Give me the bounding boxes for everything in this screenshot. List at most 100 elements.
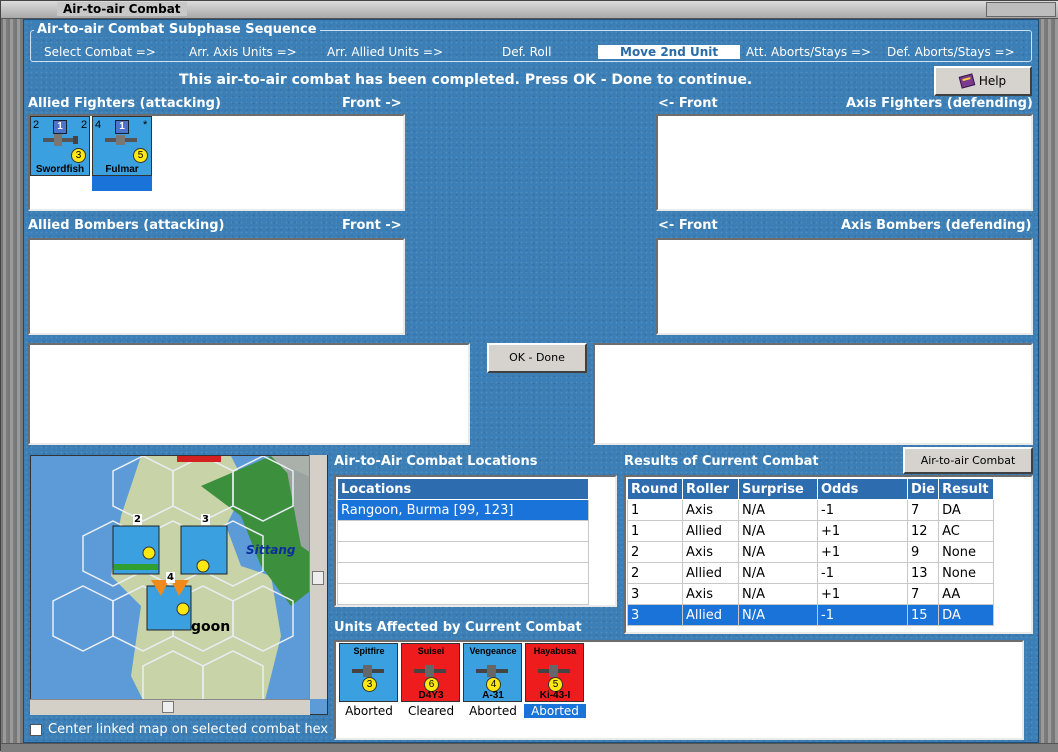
combat-chart-button[interactable]: Air-to-air Combat Chart: [903, 447, 1033, 490]
location-row-empty[interactable]: [337, 562, 589, 584]
results-row[interactable]: 3 Axis N/A +1 7 AA: [627, 583, 995, 605]
results-cell: DA: [938, 604, 995, 626]
counter-def: 3: [71, 148, 86, 163]
counter-range: 2: [81, 119, 88, 131]
results-cell: +1: [817, 520, 908, 542]
counter-fulmar[interactable]: 4 1 * 5 Fulmar: [92, 116, 152, 176]
results-cell: 9: [906, 541, 940, 563]
counter-att: 2: [33, 119, 40, 131]
axis-bombers-box[interactable]: [656, 238, 1033, 335]
axis-bombers-label: Axis Bombers (defending): [841, 218, 1032, 233]
results-cell: N/A: [738, 520, 818, 542]
results-cell: 1: [627, 499, 683, 521]
counter-def: 5: [133, 148, 148, 163]
linked-map[interactable]: Sittang goon 2 3 4: [30, 455, 328, 715]
location-cell-empty: [337, 520, 589, 542]
title-bar[interactable]: Air-to-air Combat: [1, 1, 1058, 19]
map-stack-count: 3: [201, 514, 210, 525]
results-cell: 15: [906, 604, 940, 626]
map-vertical-scrollbar[interactable]: [309, 455, 327, 699]
affected-unit[interactable]: Hayabusa 5 Ki-43-I Aborted: [524, 643, 586, 738]
location-cell: Rangoon, Burma [99, 123]: [337, 499, 589, 521]
allied-bombers-front-label: Front ->: [342, 218, 402, 233]
fulmar-selection-bar: [92, 176, 152, 191]
results-cell: -1: [817, 499, 908, 521]
vscroll-thumb[interactable]: [312, 571, 324, 585]
results-cell: 1: [627, 520, 683, 542]
axis-fighters-box[interactable]: [656, 114, 1033, 211]
allied-bombers-box[interactable]: [28, 238, 405, 335]
location-row-empty[interactable]: [337, 541, 589, 563]
results-cell: +1: [817, 541, 908, 563]
unit-status: Aborted: [524, 704, 586, 718]
step-select-combat: Select Combat =>: [44, 45, 156, 59]
location-row[interactable]: Rangoon, Burma [99, 123]: [337, 499, 589, 521]
plane-icon: [352, 665, 384, 677]
axis-fighters-front-label: <- Front: [658, 96, 718, 111]
counter-swordfish[interactable]: 2 1 2 3 Swordfish: [30, 116, 90, 176]
results-col-odds: Odds: [817, 478, 908, 500]
locations-title: Air-to-Air Combat Locations: [334, 454, 538, 469]
results-row[interactable]: 2 Allied N/A -1 13 None: [627, 562, 995, 584]
hscroll-thumb[interactable]: [162, 701, 174, 713]
map-counter-spitfire: [180, 525, 228, 575]
ok-done-button[interactable]: OK - Done: [487, 343, 587, 373]
subphase-sequence-legend: Air-to-air Combat Subphase Sequence: [34, 22, 320, 37]
unit-value: 3: [362, 677, 377, 692]
allied-fighters-box[interactable]: 2 1 2 3 Swordfish 4 1 * 5 Fulmar: [28, 114, 405, 211]
location-cell-empty: [337, 562, 589, 584]
window-controls[interactable]: [986, 2, 1056, 17]
unit-designation: Ki-43-I: [539, 690, 571, 701]
allied-fighters-label: Allied Fighters (attacking): [28, 96, 221, 111]
locations-header: Locations: [337, 478, 589, 500]
results-cell: AC: [938, 520, 995, 542]
affected-unit[interactable]: Vengeance 4 A-31 Aborted: [462, 643, 524, 738]
results-col-roller: Roller: [682, 478, 739, 500]
results-cell: -1: [817, 604, 908, 626]
unit-status: Aborted: [345, 704, 393, 718]
locations-list[interactable]: Locations Rangoon, Burma [99, 123]: [334, 475, 617, 607]
step-arrange-axis: Arr. Axis Units =>: [189, 45, 297, 59]
results-row[interactable]: 3 Allied N/A -1 15 DA: [627, 604, 995, 626]
results-table: Round Roller Surprise Odds Die Result 1A…: [627, 478, 995, 626]
step-arrange-allied: Arr. Allied Units =>: [327, 45, 444, 59]
results-cell: N/A: [738, 583, 818, 605]
help-button[interactable]: Help: [934, 66, 1032, 96]
affected-unit[interactable]: Spitfire 3 Aborted: [338, 643, 400, 738]
affected-title: Units Affected by Current Combat: [334, 620, 582, 635]
results-cell: N/A: [738, 604, 818, 626]
map-stack-count: 4: [166, 572, 175, 583]
step-defender-aborts: Def. Aborts/Stays =>: [887, 45, 1015, 59]
counter-name: Swordfish: [35, 164, 85, 175]
step-move-2nd-unit: Move 2nd Unit: [598, 45, 741, 59]
location-cell-empty: [337, 541, 589, 563]
results-cell: 7: [906, 499, 940, 521]
location-row-empty[interactable]: [337, 583, 589, 605]
results-row[interactable]: 2 Axis N/A +1 9 None: [627, 541, 995, 563]
results-row[interactable]: 1 Axis N/A -1 7 DA: [627, 499, 995, 521]
step-defender-roll: Def. Roll: [502, 45, 552, 59]
results-cell: -1: [817, 562, 908, 584]
plane-icon: [476, 665, 508, 677]
results-cell: 7: [906, 583, 940, 605]
results-cell: 3: [627, 604, 683, 626]
map-counter-swordfish: [146, 580, 192, 631]
unit-name: Vengeance: [469, 646, 517, 656]
unit-name: Suisei: [417, 646, 445, 656]
results-cell: Axis: [682, 499, 739, 521]
results-list[interactable]: Round Roller Surprise Odds Die Result 1A…: [624, 475, 1033, 634]
results-cell: N/A: [738, 541, 818, 563]
results-cell: Allied: [682, 520, 739, 542]
center-map-checkbox[interactable]: [30, 724, 42, 736]
combat-panel: Air-to-air Combat Subphase Sequence Sele…: [23, 19, 1039, 743]
biplane-icon: [43, 134, 78, 146]
affected-units-box[interactable]: Spitfire 3 Aborted Suisei 6 D4Y3 Cleared Vengea…: [334, 640, 1024, 740]
unit-status: Aborted: [469, 704, 517, 718]
affected-unit[interactable]: Suisei 6 D4Y3 Cleared: [400, 643, 462, 738]
results-row[interactable]: 1 Allied N/A +1 12 AC: [627, 520, 995, 542]
map-stack-count: 2: [133, 514, 142, 525]
counter-range: *: [143, 119, 148, 131]
counter-badge: 1: [53, 120, 67, 134]
location-row-empty[interactable]: [337, 520, 589, 542]
map-horizontal-scrollbar[interactable]: [30, 699, 310, 715]
